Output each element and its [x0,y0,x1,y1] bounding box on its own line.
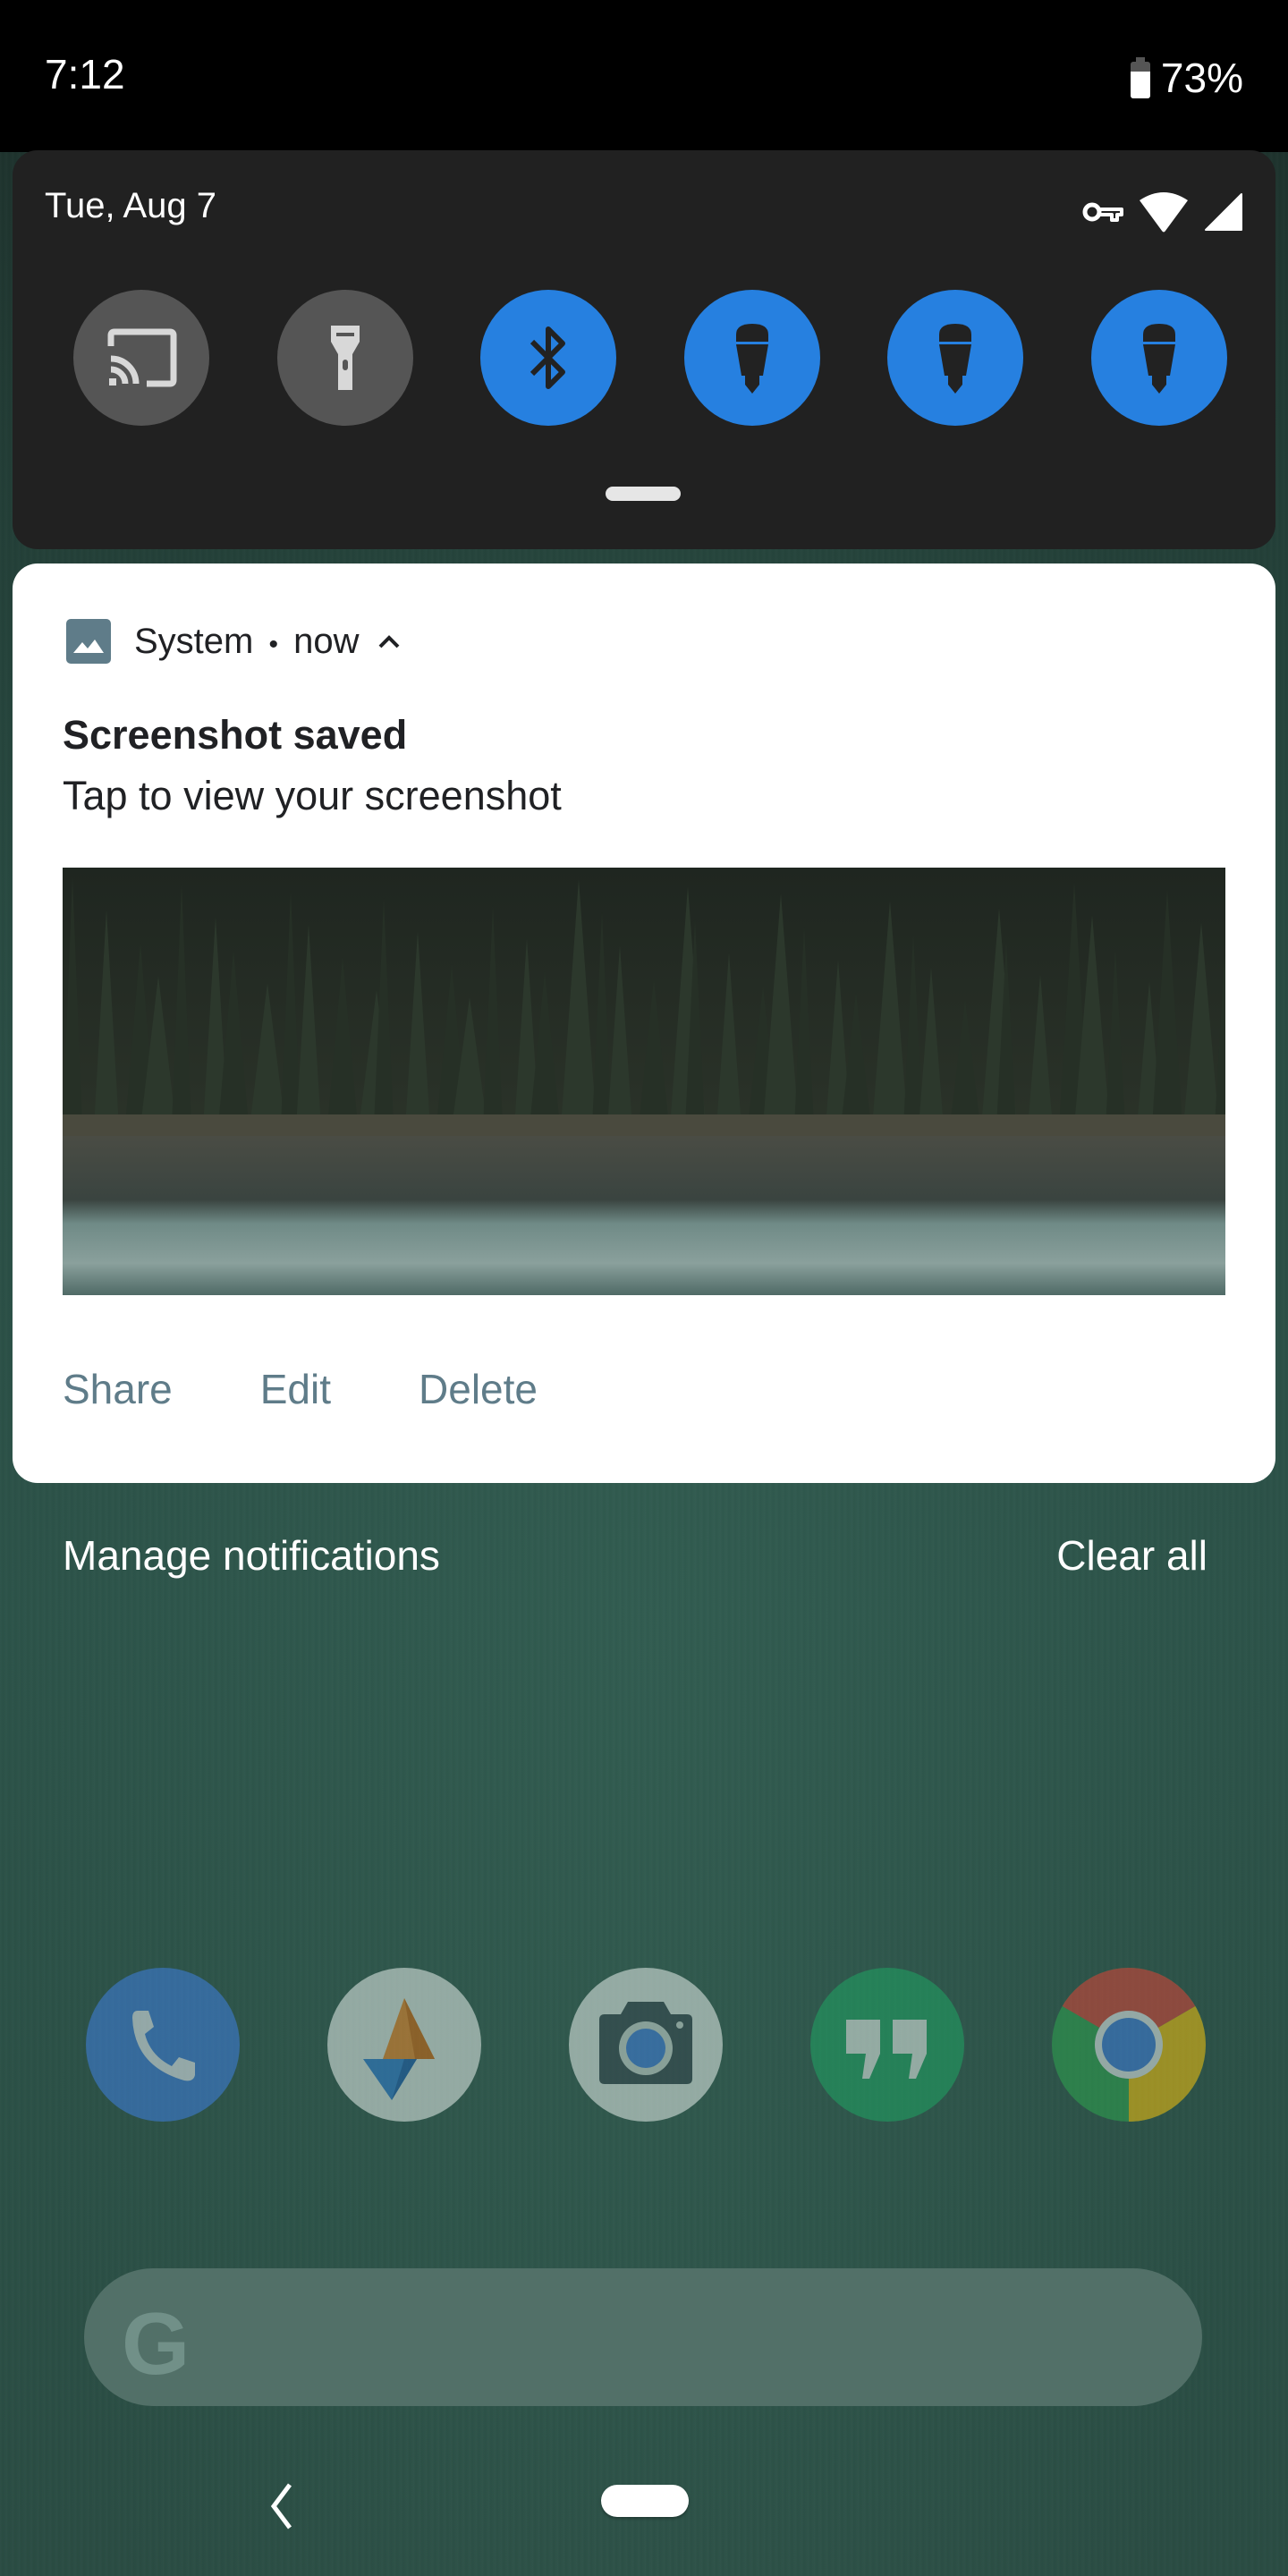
back-button[interactable] [263,2479,299,2533]
clock: 7:12 [45,51,125,97]
expand-handle[interactable] [606,487,681,501]
notification-header[interactable]: System • now [66,619,401,664]
separator: • [268,629,278,659]
screenshot-preview[interactable] [63,868,1225,1295]
google-search-bar[interactable]: G [84,2268,1202,2406]
notification-time: now [293,621,360,661]
tile-bluetooth[interactable] [480,290,617,426]
tile-light-3[interactable] [1090,290,1227,426]
google-logo-icon: G [122,2294,191,2393]
dock-app-camera[interactable] [569,1968,723,2122]
battery-indicator: 73% [1130,54,1243,102]
hangouts-icon [846,2020,927,2079]
tile-light-2[interactable] [887,290,1024,426]
notification-footer: Manage notifications Clear all [63,1531,1208,1580]
smart-bulb-icon [1142,324,1175,394]
dock-app-maps[interactable] [327,1968,481,2122]
dock-app-chrome[interactable] [1052,1968,1206,2122]
notification-card[interactable]: System • now Screenshot saved Tap to vie… [13,564,1275,1483]
notification-text: Tap to view your screenshot [63,773,562,818]
status-bar: 7:12 73% [0,0,1288,152]
wifi-icon [1140,192,1188,233]
tile-light-1[interactable] [683,290,820,426]
edit-button[interactable]: Edit [260,1365,331,1413]
notification-title: Screenshot saved [63,712,408,758]
dock-app-phone[interactable] [86,1968,240,2122]
camera-icon [599,2002,692,2084]
manage-notifications-button[interactable]: Manage notifications [63,1531,440,1580]
quick-settings-panel: Tue, Aug 7 [13,150,1275,549]
home-button[interactable] [601,2485,689,2517]
smart-bulb-icon [735,324,768,394]
maps-icon [363,1998,435,2100]
smart-bulb-icon [939,324,972,394]
share-button[interactable]: Share [63,1365,173,1413]
status-icons [1082,191,1243,233]
notification-actions: Share Edit Delete [63,1365,538,1413]
chevron-up-icon[interactable] [377,633,401,649]
cellular-signal-icon [1205,193,1242,231]
date-label[interactable]: Tue, Aug 7 [45,186,216,226]
battery-icon [1130,57,1150,98]
quick-settings-tiles [73,290,1227,426]
app-dock [86,1968,1206,2122]
delete-button[interactable]: Delete [419,1365,538,1413]
battery-percent: 73% [1160,55,1243,101]
vpn-key-icon [1082,202,1123,222]
clear-all-button[interactable]: Clear all [1056,1531,1208,1580]
phone-icon [132,2011,195,2081]
image-icon [66,619,111,664]
flashlight-icon [330,326,360,390]
cast-icon [107,328,177,387]
tile-cast[interactable] [73,290,209,426]
bluetooth-icon [530,326,566,389]
app-name: System [134,621,254,661]
tile-flashlight[interactable] [276,290,413,426]
dock-app-hangouts[interactable] [810,1968,964,2122]
chrome-icon [1061,1968,1206,2122]
